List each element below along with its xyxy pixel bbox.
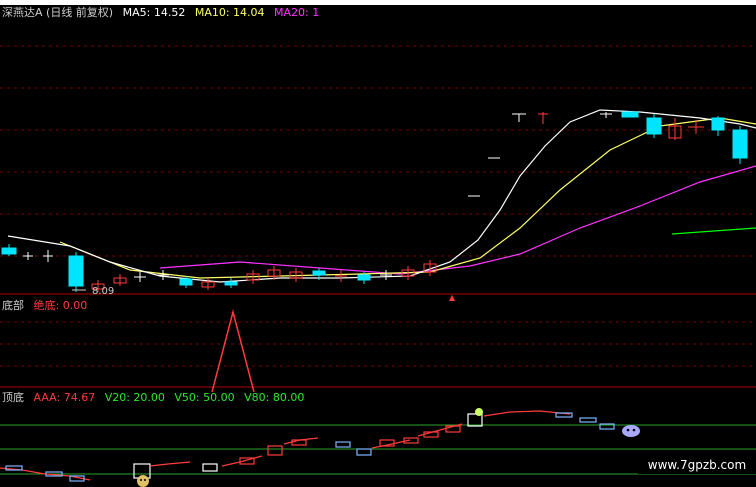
candle <box>335 270 347 282</box>
candle <box>134 272 146 282</box>
candle <box>157 270 169 280</box>
ma20-line <box>159 165 756 275</box>
candle <box>732 126 748 164</box>
candlesticks <box>1 111 748 292</box>
candle <box>1 244 17 256</box>
smiley-icon <box>137 475 149 487</box>
main-grid <box>0 45 756 257</box>
candle <box>380 270 392 280</box>
candle <box>23 252 33 260</box>
candle <box>113 274 127 286</box>
sad-face-icon <box>622 425 640 437</box>
candle <box>512 113 526 122</box>
low-annotation: 8.09 <box>92 286 114 297</box>
topbottom-indicator <box>0 410 615 482</box>
top-marker-icon <box>475 408 483 416</box>
candle <box>621 111 639 118</box>
candle <box>68 252 84 292</box>
candle <box>668 118 682 140</box>
bottom-grid <box>0 321 756 367</box>
candle <box>646 114 662 138</box>
candle <box>538 112 548 124</box>
candle <box>43 250 53 262</box>
ma60-line <box>671 227 756 235</box>
bottom-signal-spike <box>211 309 255 393</box>
chart-canvas: 8.09 ▲ <box>0 45 756 487</box>
candle <box>600 112 612 118</box>
candle <box>711 116 725 136</box>
watermark: www.7gpzb.com <box>638 456 756 474</box>
candle <box>224 278 238 288</box>
small-red-marker: ▲ <box>449 293 456 302</box>
ma10-line <box>59 117 756 279</box>
